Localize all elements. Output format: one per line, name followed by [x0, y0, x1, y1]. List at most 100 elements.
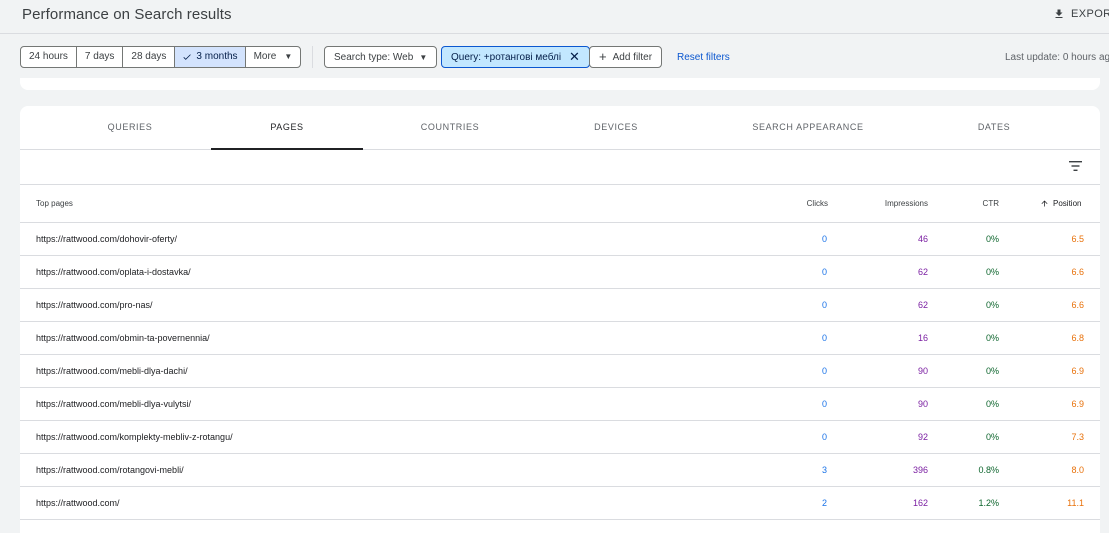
- row-page-url: https://rattwood.com/obmin-ta-povernenni…: [36, 333, 210, 343]
- row-page-url: https://rattwood.com/mebli-dlya-dachi/: [36, 366, 188, 376]
- row-page-url: https://rattwood.com/oplata-i-dostavka/: [36, 267, 191, 277]
- row-ctr: 0.8%: [978, 465, 999, 475]
- search-type-label: Search type: Web: [334, 51, 414, 63]
- row-ctr: 0%: [985, 300, 999, 310]
- row-clicks: 0: [821, 432, 827, 442]
- row-position: 6.6: [1071, 267, 1084, 277]
- row-page-url: https://rattwood.com/dohovir-oferty/: [36, 234, 178, 244]
- row-position: 6.6: [1071, 300, 1084, 310]
- tab-queries[interactable]: QUERIES: [66, 106, 194, 149]
- row-ctr: 0%: [985, 399, 999, 409]
- row-clicks: 0: [821, 267, 827, 277]
- row-position: 6.9: [1071, 366, 1084, 376]
- row-page-url: https://rattwood.com/: [36, 498, 120, 508]
- row-ctr: 0%: [985, 366, 999, 376]
- table-toolbar: [20, 150, 1100, 185]
- date-range-selector: 24 hours 7 days 28 days 3 months More ▼: [20, 46, 302, 68]
- date-range-28-days[interactable]: 28 days: [123, 47, 176, 67]
- row-position: 6.5: [1071, 234, 1084, 244]
- page-header: Performance on Search results EXPORT: [0, 0, 1109, 34]
- query-filter-label: Query: +ротангові меблі: [451, 51, 562, 63]
- row-clicks: 2: [821, 498, 827, 508]
- column-header-position[interactable]: Position: [1040, 199, 1081, 208]
- column-header-label: Position: [1053, 199, 1082, 208]
- row-position: 6.8: [1071, 333, 1084, 343]
- table-header: Top pages Clicks Impressions CTR Positio…: [20, 185, 1100, 223]
- table-row[interactable]: https://rattwood.com/dohovir-oferty/0 46 0…: [20, 223, 1100, 256]
- query-filter-chip[interactable]: Query: +ротангові меблі ✕: [441, 46, 590, 68]
- date-range-label: 28 days: [131, 51, 167, 62]
- row-ctr: 0%: [985, 432, 999, 442]
- tab-countries[interactable]: COUNTRIES: [386, 106, 514, 149]
- row-position: 8.0: [1071, 465, 1084, 475]
- search-type-dropdown[interactable]: Search type: Web ▼: [324, 46, 438, 68]
- row-page-url: https://rattwood.com/rotangovi-mebli/: [36, 465, 184, 475]
- dimension-tabs: QUERIES PAGES COUNTRIES DEVICES SEARCH A…: [20, 106, 1100, 150]
- row-ctr: 1.2%: [978, 498, 999, 508]
- row-clicks: 0: [821, 366, 827, 376]
- row-clicks: 0: [821, 333, 827, 343]
- date-range-3-months[interactable]: 3 months: [175, 47, 246, 67]
- table-row[interactable]: https://rattwood.com/pro-nas/0 62 0% 6.6: [20, 289, 1100, 322]
- table-row[interactable]: https://rattwood.com/obmin-ta-povernenni…: [20, 322, 1100, 355]
- table-row[interactable]: https://rattwood.com/mebli-dlya-dachi/0 9…: [20, 355, 1100, 388]
- export-button[interactable]: EXPORT: [1053, 8, 1109, 20]
- row-position: 6.9: [1071, 399, 1084, 409]
- column-header-ctr[interactable]: CTR: [939, 199, 999, 208]
- row-ctr: 0%: [985, 234, 999, 244]
- add-filter-label: Add filter: [612, 51, 653, 63]
- download-icon: [1055, 9, 1063, 18]
- export-label: EXPORT: [1071, 8, 1109, 20]
- reset-filters-link[interactable]: Reset filters: [677, 52, 730, 63]
- row-page-url: https://rattwood.com/pro-nas/: [36, 300, 153, 310]
- row-impressions: 92: [917, 432, 928, 442]
- last-update-text: Last update: 0 hours ago: [1005, 52, 1109, 63]
- date-range-label: 3 months: [196, 51, 238, 62]
- table-row[interactable]: https://rattwood.com/2 162 1.2% 11.1: [20, 487, 1100, 520]
- date-range-24-hours[interactable]: 24 hours: [21, 47, 77, 67]
- row-impressions: 62: [917, 300, 928, 310]
- filter-bar: 24 hours 7 days 28 days 3 months More ▼ …: [0, 35, 1109, 79]
- date-range-label: More: [253, 51, 277, 62]
- table-row[interactable]: https://rattwood.com/komplekty-mebliv-z-…: [20, 421, 1100, 454]
- row-impressions: 90: [917, 366, 928, 376]
- row-impressions: 90: [917, 399, 928, 409]
- filter-rows-icon[interactable]: [1069, 160, 1082, 172]
- row-impressions: 396: [912, 465, 928, 475]
- column-header-impressions[interactable]: Impressions: [868, 199, 928, 208]
- plus-icon: +: [599, 49, 607, 64]
- date-range-more[interactable]: More ▼: [246, 47, 301, 67]
- row-impressions: 16: [917, 333, 928, 343]
- row-clicks: 0: [821, 234, 827, 244]
- page-title: Performance on Search results: [22, 6, 232, 23]
- table-row[interactable]: https://rattwood.com/mebli-dlya-vulytsi/…: [20, 388, 1100, 421]
- tab-devices[interactable]: DEVICES: [552, 106, 680, 149]
- tab-dates[interactable]: DATES: [930, 106, 1058, 149]
- dropdown-arrow-icon: ▼: [284, 52, 293, 61]
- row-ctr: 0%: [985, 333, 999, 343]
- dropdown-arrow-icon: ▼: [419, 52, 428, 62]
- table-row[interactable]: https://rattwood.com/rotangovi-mebli/3 39…: [20, 454, 1100, 487]
- column-header-page[interactable]: Top pages: [36, 199, 73, 208]
- column-header-clicks[interactable]: Clicks: [768, 199, 828, 208]
- row-impressions: 162: [912, 498, 928, 508]
- date-range-7-days[interactable]: 7 days: [77, 47, 124, 67]
- add-filter-button[interactable]: + Add filter: [589, 46, 663, 68]
- tab-pages[interactable]: PAGES: [211, 106, 363, 150]
- row-clicks: 0: [821, 300, 827, 310]
- close-icon[interactable]: ✕: [569, 49, 580, 65]
- row-ctr: 0%: [985, 267, 999, 277]
- table-row[interactable]: https://rattwood.com/oplata-i-dostavka/0…: [20, 256, 1100, 289]
- row-page-url: https://rattwood.com/mebli-dlya-vulytsi/: [36, 399, 192, 409]
- date-range-label: 7 days: [84, 51, 115, 62]
- check-icon: [183, 54, 192, 60]
- divider: [312, 46, 313, 68]
- row-clicks: 0: [821, 399, 827, 409]
- row-page-url: https://rattwood.com/komplekty-mebliv-z-…: [36, 432, 233, 442]
- row-impressions: 46: [917, 234, 928, 244]
- row-clicks: 3: [821, 465, 827, 475]
- date-range-label: 24 hours: [29, 51, 68, 62]
- chart-card-bottom: [20, 78, 1100, 90]
- tab-search-appearance[interactable]: SEARCH APPEARANCE: [738, 106, 878, 149]
- sort-ascending-icon: [1041, 200, 1048, 207]
